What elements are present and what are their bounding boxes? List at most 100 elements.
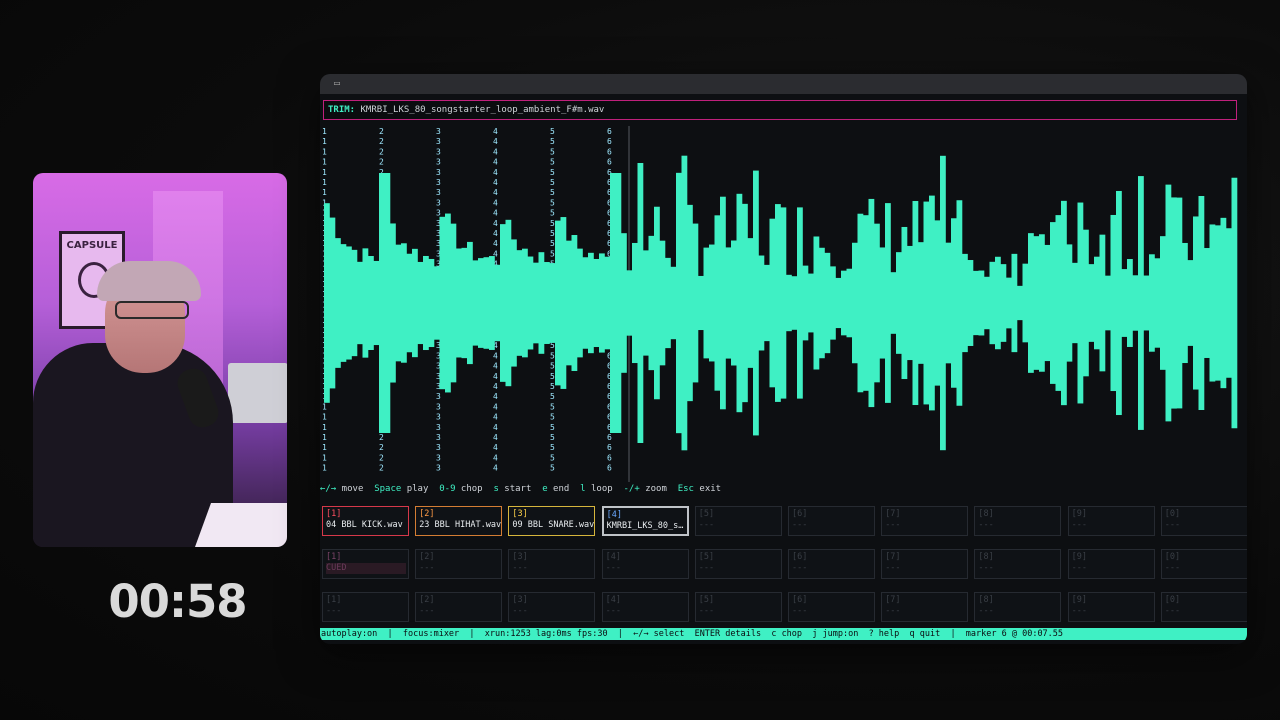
pad-row2-9[interactable]: [0] --- [1160,549,1247,579]
waveform-bar [483,257,490,349]
marker-2-label: 2 [379,464,384,473]
pad-row2-7[interactable]: [8] --- [974,549,1062,579]
marker-5-label: 5 [550,219,555,228]
marker-4-label: 4 [493,413,498,422]
waveform-bar [951,218,957,388]
marker-3-label: 3 [436,413,441,422]
pad-row1-4[interactable]: [5] --- [694,506,782,536]
pad-row2-3[interactable]: [4] --- [601,549,689,579]
trim-label: TRIM: [328,105,356,115]
waveform-bar [1044,244,1051,362]
pad-row1-8[interactable]: [9] --- [1067,506,1155,536]
waveform-bar [450,223,457,383]
marker-5-label: 5 [550,453,555,462]
pad-row2-1[interactable]: [2] --- [415,549,503,579]
waveform-bar [742,203,748,403]
waveform-bar [1231,177,1238,429]
marker-3-label: 3 [436,453,441,462]
waveform-view[interactable]: 1111111111111111111111111111111111222222… [320,126,1247,482]
marker-1-label: 1 [322,464,327,473]
marker-5-label: 5 [550,423,555,432]
waveform-bar [989,261,996,345]
pad-row1-1[interactable]: [2] 23 BBL HIHAT.wav [415,506,503,536]
marker-1-label: 1 [322,168,327,177]
waveform-bar [1220,217,1227,389]
marker-5-label: 5 [550,362,555,371]
waveform-bar [615,173,622,433]
pad-label: 23 BBL HIHAT.wav [419,520,502,530]
marker-4-label: 4 [493,453,498,462]
waveform-bar [670,266,677,340]
pad-row2-0[interactable]: [1] CUED [322,549,409,579]
pad-row1-6[interactable]: [7] --- [881,506,969,536]
marker-5-label: 5 [550,188,555,197]
pad-row1-5[interactable]: [6] --- [788,506,875,536]
pad-row1-2[interactable]: [3] 09 BBL SNARE.wav [508,506,596,536]
pad-label: --- [978,563,994,573]
marker-1-label: 1 [322,433,327,442]
pad-number: [2] [419,509,435,519]
pad-number: [2] [419,595,435,605]
pad-label: --- [792,520,808,530]
waveform-bar [588,252,594,354]
waveform-bar [720,196,726,410]
marker-2-label: 2 [379,147,384,156]
pad-label: --- [605,606,621,616]
pad-number: [7] [885,509,901,519]
pad-label: --- [698,520,715,530]
marker-4-label: 4 [493,219,498,228]
waveform-bar [395,244,402,362]
pad-label: --- [698,606,715,616]
waveform-bar [1083,229,1089,377]
terminal-icon[interactable]: ▭ [334,78,350,90]
pad-row1-7[interactable]: [8] --- [974,506,1062,536]
trim-filename: KMRBI_LKS_80_songstarter_loop_ambient_F#… [360,105,605,115]
marker-5-label: 5 [550,127,555,136]
status-bar: autoplay:on | focus:mixer | xrun:1253 la… [320,628,1247,640]
pad-row2-5[interactable]: [6] --- [788,549,875,579]
pad-row1-9[interactable]: [0] --- [1160,506,1247,536]
waveform-bar [384,173,391,433]
marker-1-label: 1 [322,188,327,197]
pad-row1-0[interactable]: [1] 04 BBL KICK.wav [322,506,409,536]
waveform-bar [329,217,336,389]
waveform-bar [945,242,952,364]
waveform-bar [406,253,413,353]
pad-row3-8[interactable]: [9] --- [1067,592,1155,622]
marker-4-label: 4 [493,351,498,360]
pad-number: [1] [326,509,342,519]
pad-row2-4[interactable]: [5] --- [694,549,782,579]
pad-row3-5[interactable]: [6] --- [788,592,875,622]
pad-row3-1[interactable]: [2] --- [415,592,503,622]
pad-row1-3[interactable]: [4] KMRBI_LKS_80_s… [601,506,689,536]
pad-row3-6[interactable]: [7] --- [881,592,969,622]
marker-4-label: 4 [493,402,498,411]
waveform-bar [676,172,682,434]
pad-row3-2[interactable]: [3] --- [508,592,596,622]
marker-2-label: 2 [379,443,384,452]
waveform-bar [401,243,407,363]
pad-row3-7[interactable]: [8] --- [974,592,1062,622]
pad-number: [9] [1071,595,1087,605]
pad-label: 04 BBL KICK.wav [326,520,403,530]
marker-4-label: 4 [493,362,498,371]
waveform-svg[interactable]: 1111111111111111111111111111111111222222… [320,126,1247,482]
waveform-bar [1105,275,1111,331]
waveform-bar [1132,275,1139,331]
marker-4-label: 4 [493,382,498,391]
pad-row3-3[interactable]: [4] --- [601,592,689,622]
pad-row3-4[interactable]: [5] --- [694,592,782,622]
pad-number: [6] [792,509,808,519]
marker-6-label: 6 [607,443,612,452]
pad-row3-9[interactable]: [0] --- [1160,592,1247,622]
pad-row2-8[interactable]: [9] --- [1067,549,1155,579]
pad-label: KMRBI_LKS_80_s… [606,521,684,531]
marker-5-label: 5 [550,137,555,146]
waveform-bar [379,173,385,433]
pad-row2-6[interactable]: [7] --- [881,549,969,579]
pad-row3-0[interactable]: [1] --- [322,592,409,622]
waveform-bar [731,240,737,366]
waveform-bar [1165,184,1172,422]
waveform-bar [500,224,506,382]
pad-row2-2[interactable]: [3] --- [508,549,596,579]
